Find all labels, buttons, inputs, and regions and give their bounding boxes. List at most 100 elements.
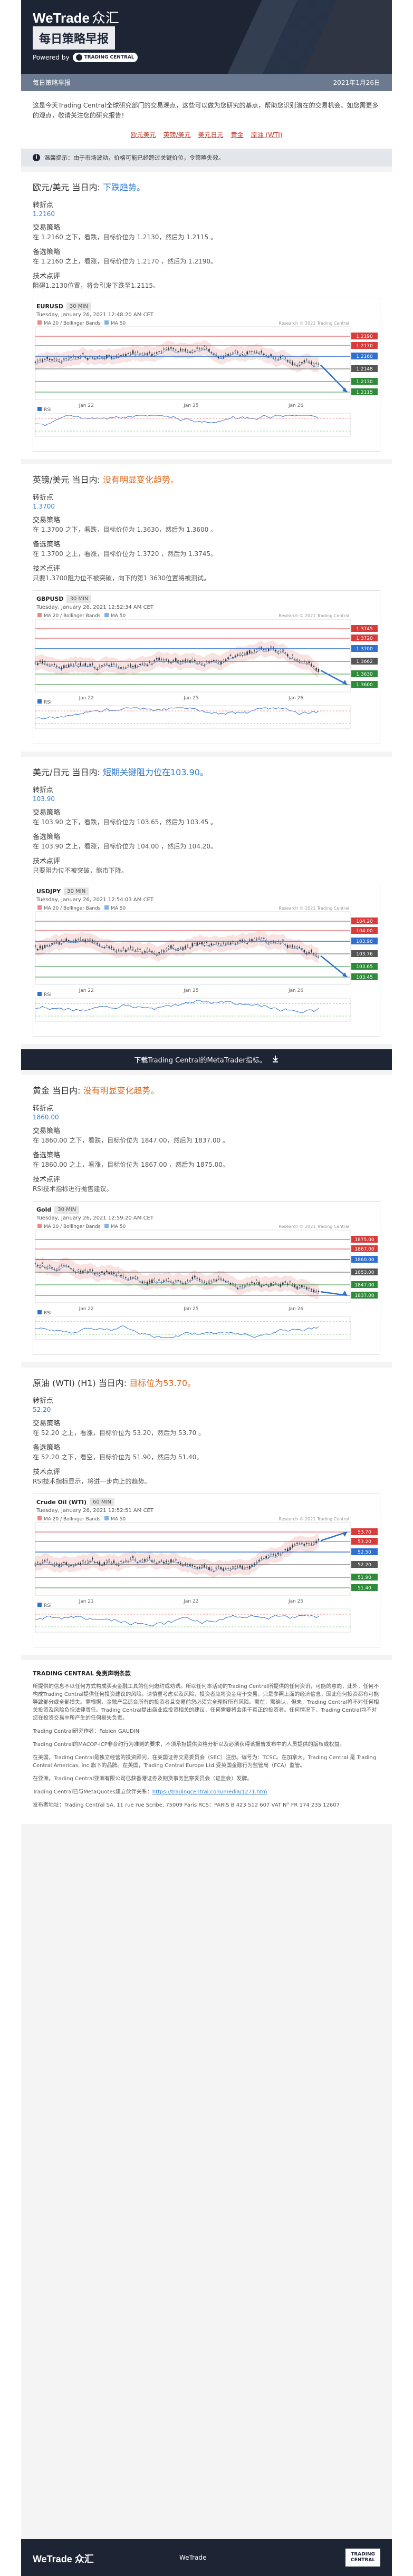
- download-indicator-button[interactable]: 下载Trading Central的MetaTrader指标。: [21, 1049, 392, 1070]
- x-axis: Jan 22 Jan 25 Jan 26: [79, 696, 304, 701]
- rsi-label: RSI: [44, 700, 52, 705]
- level-label: 1.3630: [356, 672, 373, 677]
- section-title: 美元/日元 当日内: 短期关键阻力位在103.90。: [33, 767, 208, 777]
- chart-legend: MA 20 / Bollinger Bands MA 50: [37, 1224, 126, 1230]
- strategy-label: 交易策略: [33, 516, 61, 524]
- chart-header: EURUSD 30 MIN: [33, 298, 380, 310]
- header-banner: WeTrade 众汇 每日策略早报 Powered by TRADING CENT…: [21, 0, 392, 74]
- level-label: 1.2130: [356, 379, 373, 385]
- chart-symbol: GBPUSD: [36, 596, 64, 602]
- header-decoration: [191, 0, 392, 74]
- x-tick-label: Jan 25: [183, 696, 198, 701]
- pivot-value: 103.90: [33, 795, 55, 803]
- alt-strategy-label: 备选策略: [33, 1444, 61, 1452]
- analysis-section-sections-1: 英镑/美元 当日内: 没有明显变化趋势。 转折点 1.3700 交易策略 在 1…: [21, 464, 392, 752]
- notice-bar: i 温馨提示：由于市场波动，价格可能已经跨过关键价位，令策略失效。: [21, 149, 392, 167]
- footer-mid: WeTrade: [179, 2554, 207, 2561]
- chart-canvas: MA 20 / Bollinger Bands MA 50 Research © 2…: [34, 613, 378, 729]
- disclaimer-p4: 在美国，Trading Central是独立经营的投资顾问，在美国证券交易委员会…: [33, 1755, 377, 1769]
- chart-legend: MA 20 / Bollinger Bands MA 50: [37, 320, 126, 326]
- footer-brand: WeTrade 众汇: [33, 2554, 94, 2564]
- pivot-label: 转折点: [33, 494, 54, 502]
- rsi-label: RSI: [44, 1603, 52, 1608]
- alt-strategy-label: 备选策略: [33, 1152, 61, 1159]
- disclaimer-p7: 发布者地址：Trading Central SA, 11 rue rue Scr…: [33, 1802, 340, 1808]
- notice-text: 温馨提示：由于市场波动，价格可能已经跨过关键价位，令策略失效。: [44, 154, 224, 161]
- x-tick-label: Jan 26: [288, 1306, 303, 1312]
- alt-strategy-label: 备选策略: [33, 833, 61, 841]
- level-label: 1.2160: [356, 354, 373, 359]
- chart-copyright: Research © 2021 Trading Central: [278, 1517, 349, 1521]
- price-chart: Crude Oil (WTI) 60 MIN Tuesday, January …: [33, 1494, 380, 1647]
- chart-copyright: Research © 2021 Trading Central: [278, 906, 349, 911]
- disclaimer-p5: 在亚洲，Trading Central亚洲有限公司已获香港证券及期货事务监察委员…: [33, 1776, 253, 1782]
- section-title: 黄金 当日内: 没有明显变化趋势。: [33, 1086, 159, 1096]
- chart-timeframe: 60 MIN: [90, 1498, 114, 1506]
- x-tick-label: Jan 26: [288, 988, 303, 993]
- chart-canvas: MA 20 / Bollinger Bands MA 50 Research © 2…: [34, 1224, 378, 1340]
- chart-header: Gold 30 MIN: [33, 1202, 380, 1214]
- powered-by: Powered by TRADING CENTRAL: [33, 53, 138, 62]
- level-label: 104.00: [356, 929, 373, 934]
- pivot-label: 转折点: [33, 1105, 54, 1113]
- legend-bollinger: MA 20 / Bollinger Bands: [44, 613, 101, 619]
- legend-bollinger: MA 20 / Bollinger Bands: [44, 321, 101, 326]
- link-usdjpy[interactable]: 美元日元: [198, 130, 224, 140]
- download-text: 下载Trading Central的MetaTrader指标。: [134, 1057, 266, 1065]
- x-tick-label: Jan 22: [183, 1599, 198, 1604]
- level-label: 1.3600: [356, 682, 373, 688]
- alt-strategy-text: 在 1860.00 之上，看涨，目标价位为 1867.00 ，然后为 1875.…: [33, 1161, 229, 1168]
- disclaimer-p1: 所提供的信息不以任何方式构成买卖金融工具的任何邀约或劝诱。所以任何本活动的Tra…: [33, 1684, 379, 1721]
- rsi-line: [35, 415, 319, 426]
- tech-comment-label: 技术点评: [33, 1176, 61, 1184]
- section-title: 英镑/美元 当日内: 没有明显变化趋势。: [33, 475, 179, 485]
- link-gold[interactable]: 黄金: [231, 130, 244, 140]
- legend-ma50: MA 50: [111, 613, 126, 619]
- level-label: 52.50: [358, 1550, 371, 1555]
- price-chart: EURUSD 30 MIN Tuesday, January 26, 2021 …: [33, 298, 380, 452]
- tech-comment-text: 只要阻力位不被突破，熊市下降。: [33, 867, 128, 874]
- analysis-section-sections-2: 美元/日元 当日内: 短期关键阻力位在103.90。 转折点 103.90 交易…: [21, 757, 392, 1044]
- tech-comment-label: 技术点评: [33, 857, 61, 865]
- strategy-label: 交易策略: [33, 224, 61, 232]
- chart-timestamp: Tuesday, January 26, 2021 12:54:03 AM CE…: [36, 897, 153, 903]
- level-label: 103.90: [356, 939, 373, 944]
- link-gbpusd[interactable]: 英镑/美元: [164, 130, 191, 140]
- section-title: 原油 (WTI) (H1) 当日内: 目标位为53.70。: [33, 1378, 196, 1388]
- x-tick-label: Jan 22: [79, 696, 94, 701]
- level-label: 1847.00: [354, 1283, 374, 1288]
- chart-symbol: USDJPY: [36, 888, 61, 895]
- chart-timestamp: Tuesday, January 26, 2021 12:52:51 AM CE…: [36, 1508, 153, 1514]
- instrument-links: 欧元美元 英镑/美元 美元日元 黄金 原油 (WTI): [33, 130, 380, 140]
- level-label: 1867.00: [354, 1247, 374, 1252]
- strategy-label: 交易策略: [33, 1420, 61, 1428]
- chart-header: Crude Oil (WTI) 60 MIN: [33, 1494, 380, 1506]
- rsi-label: RSI: [44, 992, 52, 998]
- x-axis: Jan 22 Jan 25 Jan 26: [79, 403, 304, 408]
- intro-block: 这是今天Trading Central全球研究部门的交易观点，这些可以做为您研究…: [21, 91, 392, 149]
- price-chart: USDJPY 30 MIN Tuesday, January 26, 2021 …: [33, 883, 380, 1037]
- strategy-text: 在 1860.00 之下，看跌，目标价位为 1847.00，然后为 1837.0…: [33, 1137, 229, 1144]
- alt-strategy-text: 在 52.20 之下，看空，目标价位为 51.90，然后为 51.40。: [33, 1453, 203, 1461]
- pivot-value: 1860.00: [33, 1114, 59, 1121]
- rsi-label: RSI: [44, 407, 52, 413]
- alt-strategy-text: 在 103.90 之上，看涨，目标价位为 104.00 ，然后为 104.20。: [33, 843, 217, 850]
- alt-strategy-label: 备选策略: [33, 248, 61, 256]
- link-wti[interactable]: 原油 (WTI): [251, 130, 283, 140]
- level-label: 103.76: [356, 952, 373, 957]
- chart-copyright: Research © 2021 Trading Central: [278, 321, 349, 326]
- trading-central-logo: TRADING CENTRAL: [72, 53, 138, 62]
- level-label: 1.3700: [356, 647, 373, 652]
- level-label: 1.2170: [356, 344, 373, 349]
- x-tick-label: Jan 26: [288, 403, 303, 408]
- chart-legend: MA 20 / Bollinger Bands MA 50: [37, 613, 126, 619]
- analysis-sections-b: 黄金 当日内: 没有明显变化趋势。 转折点 1860.00 交易策略 在 186…: [21, 1075, 392, 1655]
- x-tick-label: Jan 22: [79, 403, 94, 408]
- chart-header: GBPUSD 30 MIN: [33, 591, 380, 603]
- datebar-title: 每日策略早报: [33, 79, 71, 86]
- link-eurusd[interactable]: 欧元美元: [130, 130, 156, 140]
- report-date: 2021年1月26日: [333, 79, 380, 86]
- level-label: 1.2115: [356, 390, 373, 395]
- metaquotes-link[interactable]: https://tradingcentral.com/media/1271.ht…: [152, 1789, 267, 1795]
- x-tick-label: Jan 25: [183, 1306, 198, 1312]
